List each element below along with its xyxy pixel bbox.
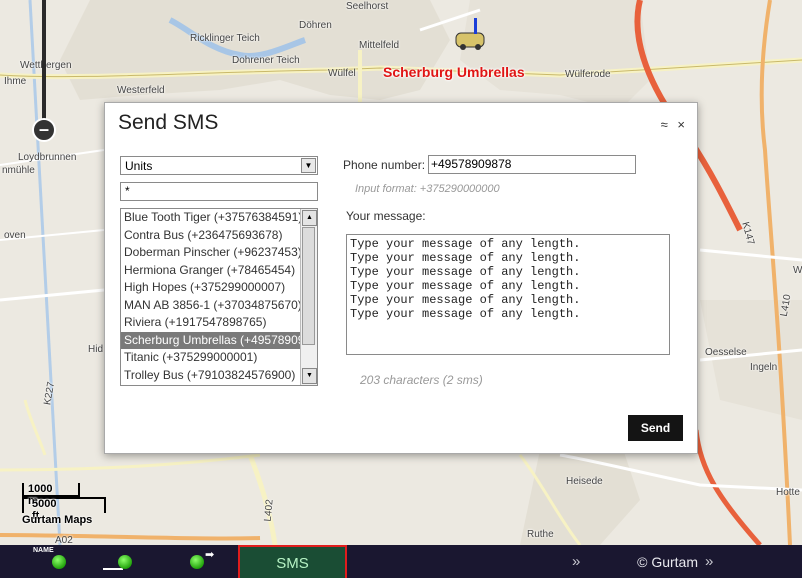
map-label: A02 xyxy=(55,535,73,545)
unit-marker-label[interactable]: Scherburg Umbrellas xyxy=(383,64,525,80)
map-label: Ricklinger Teich xyxy=(190,33,260,44)
scroll-down-icon[interactable]: ▼ xyxy=(302,368,317,384)
close-icon[interactable]: × xyxy=(677,117,685,132)
units-list-item[interactable]: Trolley Bus (+79103824576900) xyxy=(121,367,302,385)
scroll-up-icon[interactable]: ▲ xyxy=(302,210,317,226)
units-list-item[interactable]: High Hopes (+375299000007) xyxy=(121,279,302,297)
chevron-right-icon[interactable]: » xyxy=(572,553,580,570)
name-toggle-label: NAME xyxy=(33,547,54,554)
map-label: Döhren xyxy=(299,20,332,31)
phone-format-hint: Input format: +375290000000 xyxy=(355,183,500,195)
zoom-out-button[interactable]: – xyxy=(32,118,56,142)
units-type-value: Units xyxy=(125,159,153,173)
map-label: Dohrener Teich xyxy=(232,55,300,66)
map-label: nmühle xyxy=(2,165,35,176)
units-type-select[interactable]: Units ▼ xyxy=(120,156,318,175)
map-label: Oesselse xyxy=(705,347,747,358)
units-list[interactable]: Blue Tooth Tiger (+37576384591) Contra Bu… xyxy=(120,208,318,386)
zoom-slider[interactable] xyxy=(42,0,46,122)
map-label: Heisede xyxy=(566,476,603,487)
tail-line xyxy=(103,568,123,570)
message-textarea[interactable]: Type your message of any length. Type yo… xyxy=(346,234,670,355)
map-label: W xyxy=(793,265,802,276)
map-label: Mittelfeld xyxy=(359,40,400,51)
show-direction-icon[interactable] xyxy=(190,555,204,569)
show-names-icon[interactable] xyxy=(52,555,66,569)
dialog-title: Send SMS xyxy=(118,111,219,134)
bottom-toolbar: NAME ➡ SMS » © Gurtam » xyxy=(0,545,802,578)
map-label: Loydbrunnen xyxy=(18,152,77,163)
arrow-right-icon: ➡ xyxy=(205,549,215,561)
copyright-text: © Gurtam xyxy=(637,554,698,570)
send-sms-dialog: Send SMS ≈ × Units ▼ * Blue Tooth Tiger … xyxy=(104,102,698,454)
units-list-item[interactable]: Riviera (+1917547898765) xyxy=(121,314,302,332)
char-counter: 203 characters (2 sms) xyxy=(360,373,483,387)
show-tails-icon[interactable] xyxy=(118,555,132,569)
units-list-item[interactable]: Hermiona Granger (+78465454) xyxy=(121,262,302,280)
units-list-item[interactable]: MAN AB 3856-1 (+37034875670) xyxy=(121,297,302,315)
units-list-item[interactable]: Blue Tooth Tiger (+37576384591) xyxy=(121,209,302,227)
units-list-item[interactable]: Scherburg Umbrellas (+49578909878) xyxy=(121,331,302,349)
message-label: Your message: xyxy=(346,209,426,223)
map-label: Ingeln xyxy=(750,362,778,373)
chevron-right-icon[interactable]: » xyxy=(705,553,713,570)
phone-label: Phone number: xyxy=(343,158,426,172)
chevron-down-icon[interactable]: ▼ xyxy=(301,158,316,173)
collapse-icon[interactable]: ≈ xyxy=(661,117,668,132)
sms-tab[interactable]: SMS xyxy=(238,545,347,578)
units-list-item[interactable]: Titanic (+375299000001) xyxy=(121,349,302,367)
map-label: Ihme xyxy=(4,76,27,87)
scroll-thumb[interactable] xyxy=(302,227,315,345)
map-label: Wülferode xyxy=(565,69,611,80)
map-label: Ruthe xyxy=(527,529,554,540)
units-list-scrollbar[interactable]: ▲ ▼ xyxy=(300,209,317,385)
map-label: L402 xyxy=(262,498,276,523)
map-label: Seelhorst xyxy=(346,1,389,12)
map-provider: Gurtam Maps xyxy=(22,514,93,526)
units-list-item[interactable]: Contra Bus (+236475693678) xyxy=(121,227,302,245)
map-label: Westerfeld xyxy=(117,85,165,96)
unit-filter-input[interactable]: * xyxy=(120,182,318,201)
units-list-item[interactable]: Doberman Pinscher (+96237453) xyxy=(121,244,302,262)
map-label: Hotte xyxy=(776,487,800,498)
map-label: oven xyxy=(4,230,26,241)
phone-number-input[interactable]: +49578909878 xyxy=(428,155,636,174)
map-label: Wülfel xyxy=(328,68,356,79)
send-button[interactable]: Send xyxy=(628,415,683,441)
map-label: Hid xyxy=(88,344,104,355)
